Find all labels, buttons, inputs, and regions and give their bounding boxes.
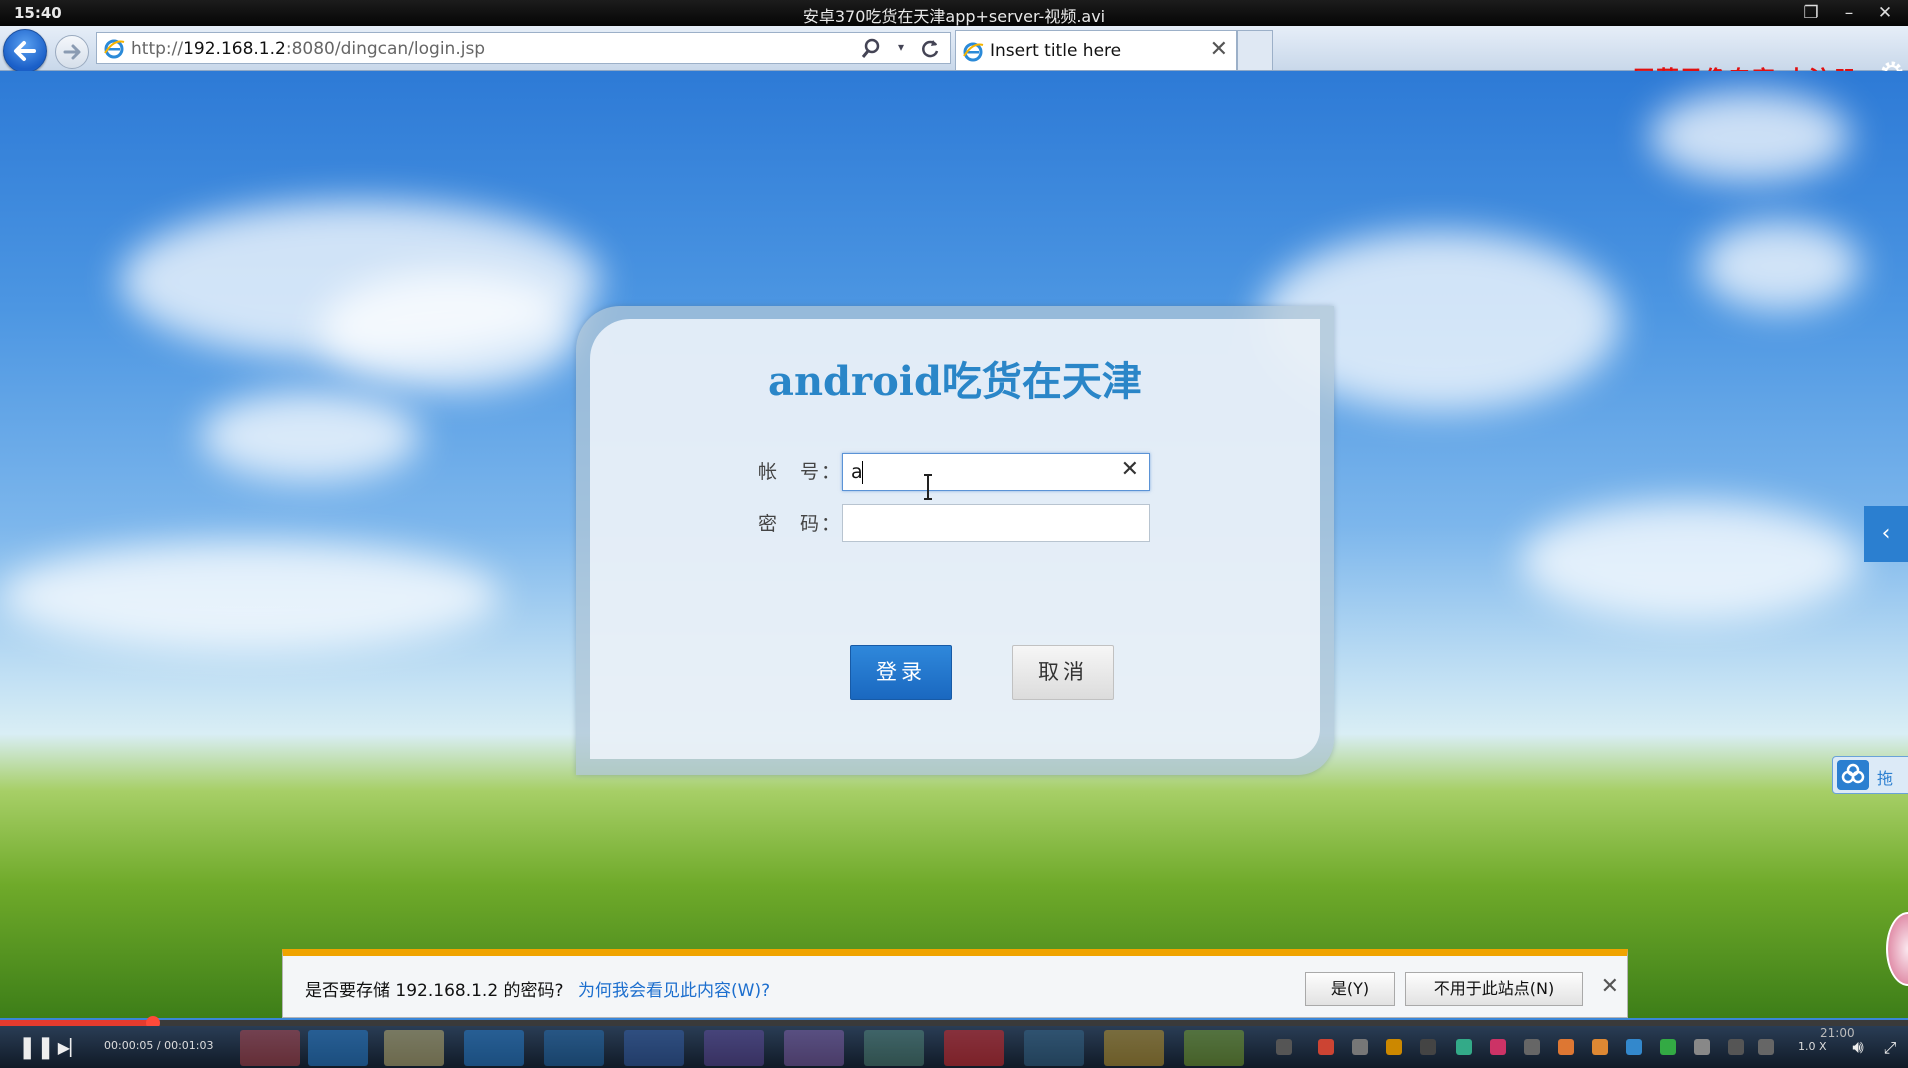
new-tab-button[interactable] — [1237, 30, 1273, 70]
taskbar-app-ie[interactable] — [308, 1030, 368, 1066]
taskbar-app[interactable] — [544, 1030, 604, 1066]
login-panel: android吃货在天津 帐 号： a ✕ 密 码： 登录 取消 — [590, 319, 1320, 759]
taskbar-app[interactable] — [1104, 1030, 1164, 1066]
taskbar-app[interactable] — [864, 1030, 924, 1066]
forward-button[interactable] — [55, 35, 89, 69]
cloud-widget[interactable]: 拖 — [1832, 756, 1908, 794]
address-bar[interactable]: http://192.168.1.2:8080/dingcan/login.js… — [96, 32, 951, 64]
login-button[interactable]: 登录 — [850, 645, 952, 700]
tray-icon[interactable] — [1352, 1039, 1368, 1055]
yes-button[interactable]: 是(Y) — [1305, 972, 1395, 1006]
browser-tab[interactable]: Insert title here ✕ — [955, 30, 1237, 70]
cloud-widget-label: 拖 — [1877, 769, 1894, 788]
why-link[interactable]: 为何我会看见此内容(W)? — [578, 976, 770, 1001]
playback-time: 00:00:05 / 00:01:03 — [104, 1039, 214, 1052]
tray-icon[interactable] — [1276, 1039, 1292, 1055]
account-value: a — [851, 461, 863, 483]
close-icon[interactable]: ✕ — [1601, 974, 1619, 999]
next-track-icon[interactable]: ▶▏ — [56, 1034, 84, 1062]
account-label: 帐 号： — [758, 461, 843, 483]
close-window-icon[interactable]: ✕ — [1870, 2, 1900, 24]
taskbar-app[interactable] — [784, 1030, 844, 1066]
password-input[interactable] — [842, 504, 1150, 542]
chevron-left-icon: ‹ — [1881, 521, 1891, 546]
taskbar-app[interactable] — [240, 1030, 300, 1066]
network-icon[interactable] — [1728, 1039, 1744, 1055]
taskbar-app[interactable] — [464, 1030, 524, 1066]
back-button[interactable] — [3, 29, 47, 73]
tray-icon[interactable] — [1490, 1039, 1506, 1055]
back-arrow-icon — [14, 41, 36, 61]
volume-icon[interactable]: 🔊︎ — [1844, 1034, 1872, 1062]
text-cursor-icon — [924, 474, 932, 500]
background-cloud — [320, 271, 580, 391]
taskbar-app[interactable] — [624, 1030, 684, 1066]
minimize-icon[interactable]: – — [1834, 2, 1864, 24]
video-title: 安卓370吃货在天津app+server-视频.avi — [802, 7, 1106, 26]
close-icon[interactable]: ✕ — [1210, 37, 1228, 62]
background-cloud — [1700, 221, 1860, 311]
browser-toolbar: http://192.168.1.2:8080/dingcan/login.js… — [0, 26, 1908, 93]
clear-icon[interactable]: ✕ — [1121, 457, 1139, 482]
tray-icon[interactable] — [1558, 1039, 1574, 1055]
taskbar-app[interactable] — [384, 1030, 444, 1066]
player-control-bar: ❚❚ ▶▏ 00:00:05 / 00:01:03 21:00 1.0 X 🔊︎… — [0, 1026, 1908, 1068]
account-input[interactable]: a ✕ — [842, 453, 1150, 491]
forward-arrow-icon — [63, 44, 81, 60]
login-page: android吃货在天津 帐 号： a ✕ 密 码： 登录 取消 — [0, 71, 1908, 1018]
background-cloud — [200, 391, 420, 481]
address-url[interactable]: http://192.168.1.2:8080/dingcan/login.js… — [131, 39, 485, 59]
ie-logo-icon — [104, 39, 125, 59]
search-icon[interactable] — [860, 36, 886, 62]
tray-icon[interactable] — [1456, 1039, 1472, 1055]
restore-icon[interactable]: ❐ — [1796, 2, 1826, 24]
password-label: 密 码： — [758, 513, 843, 535]
taskbar-app[interactable] — [1024, 1030, 1084, 1066]
pause-icon[interactable]: ❚❚ — [18, 1034, 55, 1062]
tray-icon[interactable] — [1626, 1039, 1642, 1055]
save-password-question: 是否要存储 192.168.1.2 的密码? — [305, 981, 564, 1001]
player-title-bar: 15:40 安卓370吃货在天津app+server-视频.avi ❐ – ✕ — [0, 0, 1908, 26]
never-button[interactable]: 不用于此站点(N) — [1405, 972, 1583, 1006]
baidu-cloud-icon — [1837, 760, 1869, 790]
tray-icon[interactable] — [1386, 1039, 1402, 1055]
tray-icon[interactable] — [1420, 1039, 1436, 1055]
cancel-button[interactable]: 取消 — [1012, 645, 1114, 700]
taskbar-app[interactable] — [1184, 1030, 1244, 1066]
taskbar-app[interactable] — [704, 1030, 764, 1066]
tray-icon[interactable] — [1694, 1039, 1710, 1055]
text-caret — [862, 461, 863, 484]
tray-icon[interactable] — [1660, 1039, 1676, 1055]
refresh-icon[interactable] — [918, 36, 942, 62]
background-cloud — [1650, 91, 1850, 181]
fullscreen-icon[interactable]: ⤢ — [1876, 1034, 1904, 1062]
search-dropdown-icon[interactable]: ▾ — [898, 40, 904, 54]
taskbar-app[interactable] — [944, 1030, 1004, 1066]
tray-icon[interactable] — [1592, 1039, 1608, 1055]
page-title: android吃货在天津 — [768, 358, 1142, 405]
tab-title: Insert title here — [990, 41, 1122, 61]
tray-icon[interactable] — [1318, 1039, 1334, 1055]
side-collapse-tab[interactable]: ‹ — [1864, 506, 1908, 562]
ie-logo-icon — [963, 42, 984, 62]
save-password-notification: 是否要存储 192.168.1.2 的密码? 为何我会看见此内容(W)? 是(Y… — [282, 949, 1628, 1018]
background-cloud — [1520, 501, 1860, 621]
tray-icon[interactable] — [1524, 1039, 1540, 1055]
playback-speed[interactable]: 1.0 X — [1798, 1040, 1827, 1053]
speaker-tray-icon[interactable] — [1758, 1039, 1774, 1055]
background-cloud — [0, 541, 500, 651]
